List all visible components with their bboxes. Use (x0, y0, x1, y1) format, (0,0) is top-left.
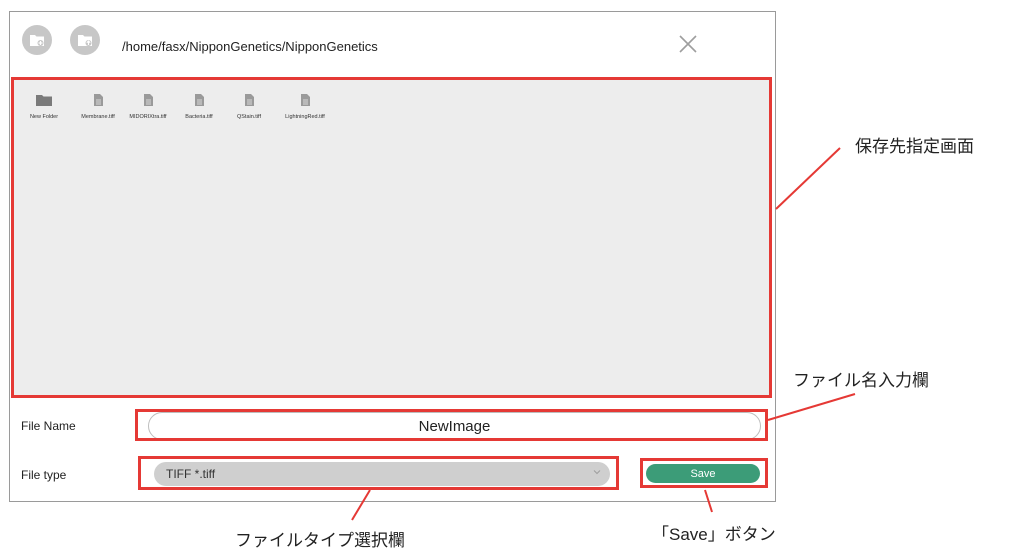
annotation-lines (351, 147, 856, 521)
annotation-file-type: ファイルタイプ選択欄 (235, 531, 405, 550)
leader-file-name (767, 393, 856, 421)
leader-browser (775, 147, 841, 210)
annotation-file-name: ファイル名入力欄 (793, 371, 929, 390)
annotation-save: 「Save」ボタン (652, 525, 776, 544)
leader-file-type (351, 489, 371, 521)
leader-save (704, 489, 713, 513)
annotation-browser: 保存先指定画面 (855, 137, 974, 156)
